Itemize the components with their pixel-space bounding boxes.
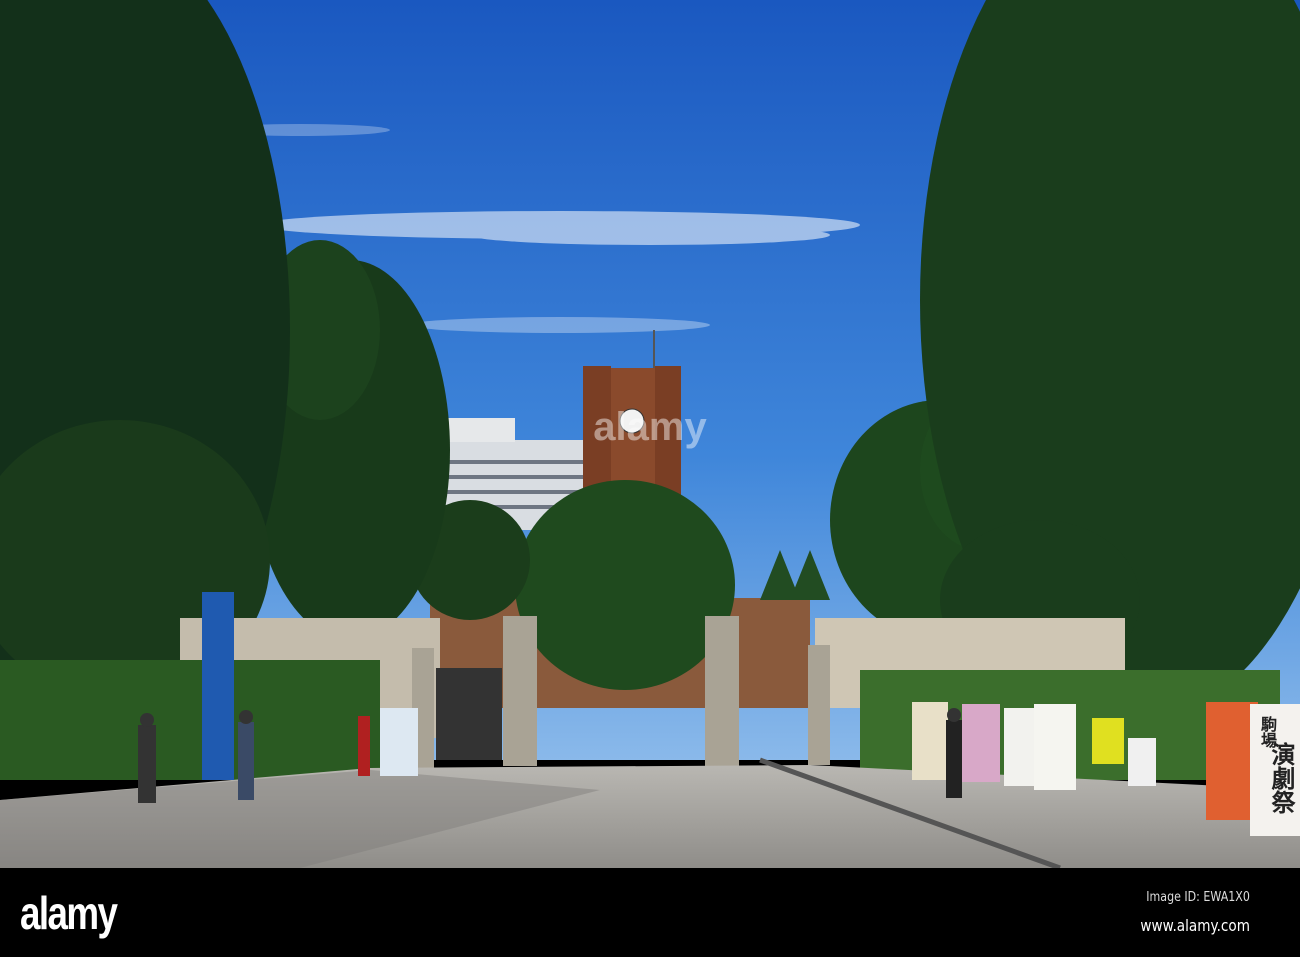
image-id: Image ID: EWA1X0 — [1146, 890, 1250, 905]
photo: alamy 駒場 演劇祭 — [0, 0, 1300, 868]
campus-scene: alamy — [0, 0, 1300, 868]
blue-banner — [202, 592, 234, 780]
footer-bar: alamy Image ID: EWA1X0 www.alamy.com — [0, 868, 1300, 957]
gate-door — [436, 668, 502, 760]
watermark: alamy — [593, 405, 707, 449]
alamy-logo: alamy — [20, 887, 118, 939]
site-url: www.alamy.com — [1140, 916, 1250, 935]
banner-text-main: 演劇祭 — [1267, 742, 1295, 814]
